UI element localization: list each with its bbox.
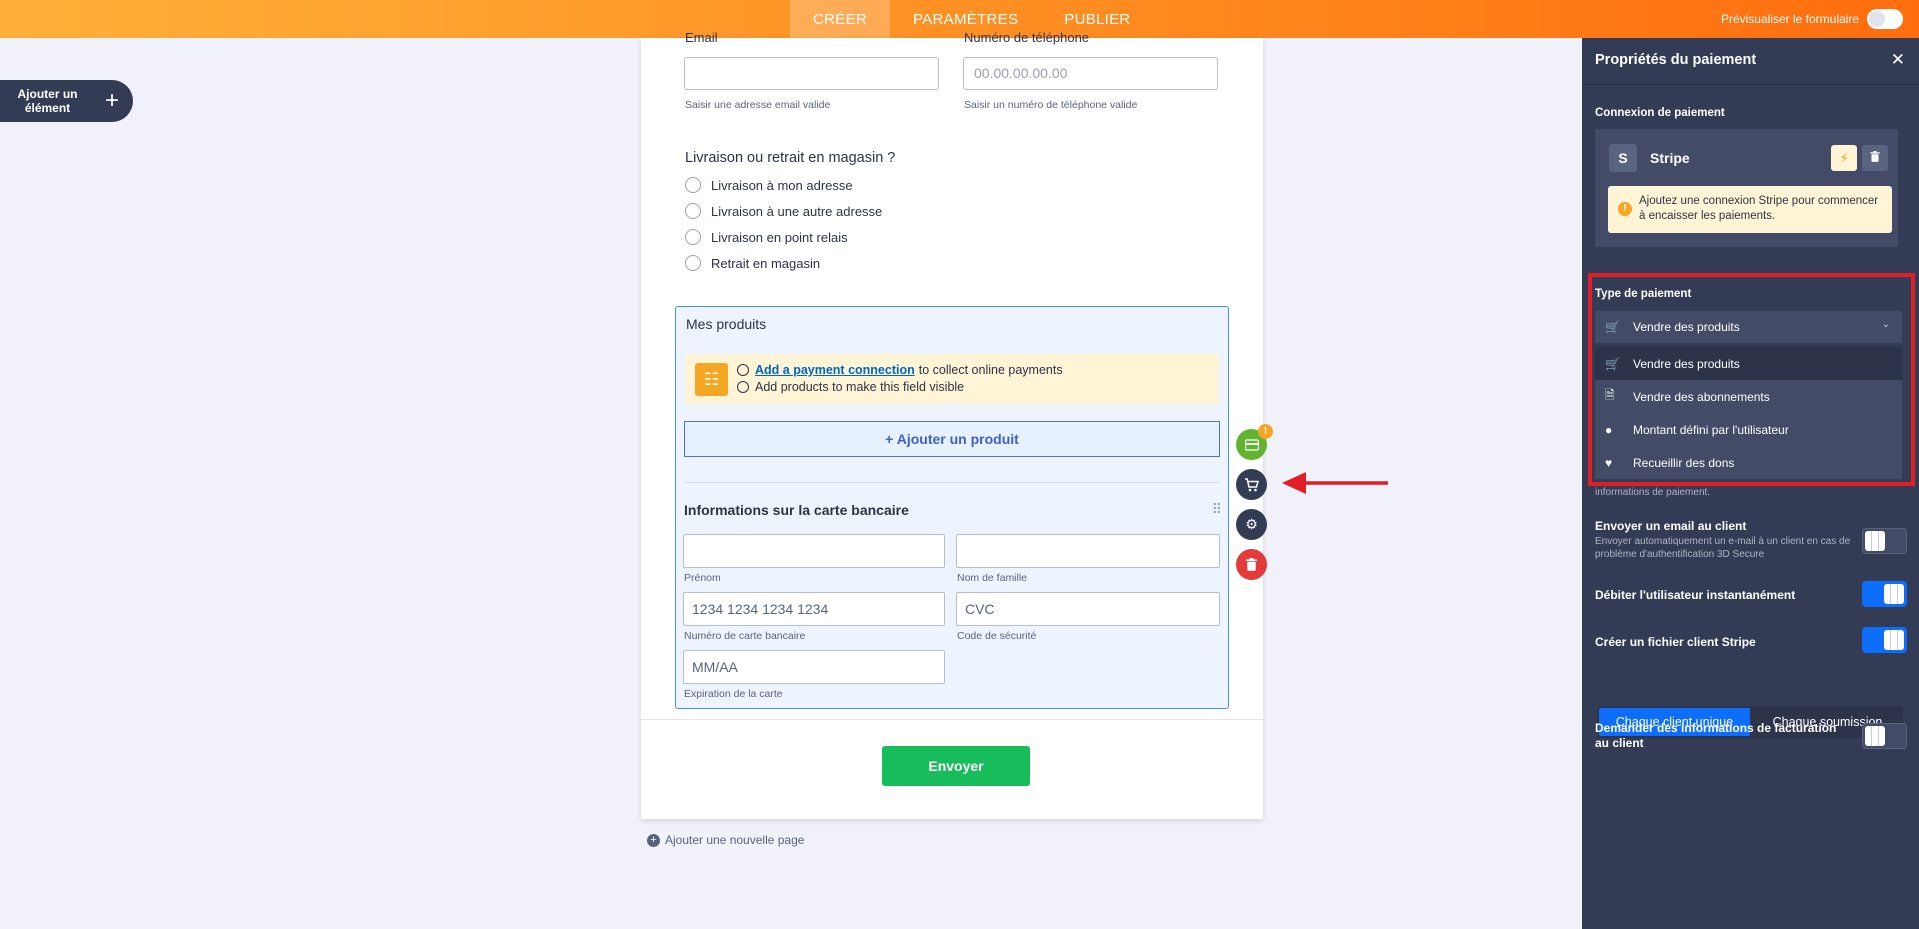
email-field[interactable] <box>684 57 939 90</box>
trash-icon <box>1246 558 1257 571</box>
connection-label: Connexion de paiement <box>1595 107 1725 119</box>
stripe-name: Stripe <box>1650 150 1690 166</box>
form-canvas: Email Saisir une adresse email valide Nu… <box>641 30 1263 819</box>
plug-icon: ⚡ <box>1839 150 1849 166</box>
radio-label: Retrait en magasin <box>711 255 821 271</box>
radio-option[interactable]: Livraison en point relais <box>685 229 848 245</box>
radio-circle[interactable] <box>685 255 701 271</box>
warning-text: Add products to make this field visible <box>755 380 965 394</box>
plus-circle-icon: + <box>647 833 660 847</box>
partially-hidden-text: informations de paiement. <box>1595 487 1711 498</box>
top-bar: CRÉER PARAMÈTRES PUBLIER Prévisualiser l… <box>0 0 1919 38</box>
create-customer-toggle[interactable] <box>1862 627 1907 653</box>
card-number-sublabel: Numéro de carte bancaire <box>684 630 806 642</box>
warning-badge: ! <box>1258 424 1273 439</box>
cvc-field[interactable]: CVC <box>956 592 1220 626</box>
add-payment-connection-link[interactable]: Add a payment connection <box>755 363 915 377</box>
radio-label: Livraison en point relais <box>711 229 848 245</box>
first-name-field[interactable] <box>683 534 945 568</box>
connect-plug-button[interactable]: ⚡ <box>1831 145 1857 171</box>
add-page-label: Ajouter une nouvelle page <box>665 833 805 847</box>
add-element-label: Ajouter un élément <box>17 87 78 115</box>
close-icon[interactable]: ✕ <box>1891 50 1905 70</box>
alert-icon: ! <box>1618 202 1632 216</box>
first-name-sublabel: Prénom <box>684 572 721 584</box>
email-customer-title: Envoyer un email au client <box>1595 519 1747 533</box>
radio-circle[interactable] <box>685 203 701 219</box>
bullet-icon <box>737 381 749 393</box>
preview-toggle-group: Prévisualiser le formulaire <box>1721 9 1903 29</box>
email-customer-toggle[interactable] <box>1862 528 1907 554</box>
divider <box>641 719 1263 720</box>
billing-info-toggle[interactable] <box>1862 723 1907 749</box>
products-title: Mes produits <box>686 316 767 332</box>
divider <box>684 482 1220 483</box>
radio-circle[interactable] <box>685 229 701 245</box>
expiry-sublabel: Expiration de la carte <box>684 688 783 700</box>
email-customer-desc: Envoyer automatiquement un e-mail à un c… <box>1595 536 1851 560</box>
create-customer-title: Créer un fichier client Stripe <box>1595 635 1756 649</box>
email-sublabel: Saisir une adresse email valide <box>685 99 831 111</box>
radio-option[interactable]: Livraison à une autre adresse <box>685 203 882 219</box>
radio-circle[interactable] <box>685 177 701 193</box>
checklist-icon: ☷ <box>695 363 728 396</box>
phone-label: Numéro de téléphone <box>964 30 1090 45</box>
preview-label: Prévisualiser le formulaire <box>1720 12 1859 26</box>
add-page-link[interactable]: + Ajouter une nouvelle page <box>647 833 804 847</box>
stripe-alert-text: Ajoutez une connexion Stripe pour commen… <box>1639 195 1879 222</box>
radio-option[interactable]: Livraison à mon adresse <box>685 177 853 193</box>
email-label: Email <box>685 30 718 45</box>
delete-field-button[interactable] <box>1236 549 1267 580</box>
stripe-connection-card: S Stripe ⚡ ! Ajoutez une connexion Strip… <box>1595 129 1898 247</box>
card-number-field[interactable]: 1234 1234 1234 1234 <box>683 592 945 626</box>
cart-icon <box>1245 477 1259 491</box>
drag-handle-icon[interactable]: ⠿ <box>1212 501 1222 518</box>
submit-button[interactable]: Envoyer <box>882 746 1030 786</box>
add-product-button[interactable]: + Ajouter un produit <box>684 421 1220 457</box>
charge-now-title: Débiter l'utilisateur instantanément <box>1595 588 1796 602</box>
radio-label: Livraison à une autre adresse <box>711 203 883 219</box>
radio-option[interactable]: Retrait en magasin <box>685 255 820 271</box>
phone-sublabel: Saisir un numéro de téléphone valide <box>964 99 1138 111</box>
stripe-alert: ! Ajoutez une connexion Stripe pour comm… <box>1608 186 1892 233</box>
charge-now-toggle[interactable] <box>1862 581 1907 607</box>
field-settings-button[interactable]: ⚙ <box>1236 509 1267 540</box>
products-field[interactable]: Mes produits ☷ Add a payment connection … <box>675 306 1229 709</box>
phone-field[interactable]: 00.00.00.00.00 <box>963 57 1218 90</box>
expiry-field[interactable]: MM/AA <box>683 650 945 684</box>
plus-icon: + <box>105 87 120 114</box>
tab-create[interactable]: CRÉER <box>790 0 891 38</box>
card-info-title: Informations sur la carte bancaire <box>684 502 909 518</box>
credit-card-icon <box>1244 438 1259 451</box>
arrow-annotation-icon <box>1282 472 1388 494</box>
gear-icon: ⚙ <box>1245 516 1258 532</box>
delivery-question: Livraison ou retrait en magasin ? <box>685 150 896 166</box>
payment-warning: ☷ Add a payment connection to collect on… <box>685 354 1219 404</box>
warning-line: Add a payment connection to collect onli… <box>737 363 1063 377</box>
last-name-sublabel: Nom de famille <box>957 572 1028 584</box>
last-name-field[interactable] <box>956 534 1220 568</box>
stripe-logo: S <box>1609 144 1637 172</box>
cvc-sublabel: Code de sécurité <box>957 630 1037 642</box>
add-element-button[interactable]: Ajouter un élément + <box>0 80 133 122</box>
radio-label: Livraison à mon adresse <box>711 177 853 193</box>
delete-connection-button[interactable] <box>1862 145 1888 171</box>
warning-text: to collect online payments <box>918 363 1063 377</box>
billing-info-title: Demander des informations de facturation… <box>1595 721 1837 750</box>
bullet-icon <box>737 364 749 376</box>
payment-properties-button[interactable] <box>1236 469 1267 500</box>
trash-icon <box>1870 151 1880 162</box>
preview-toggle[interactable] <box>1867 9 1903 29</box>
warning-line: Add products to make this field visible <box>737 380 964 394</box>
panel-header: Propriétés du paiement ✕ <box>1582 38 1919 85</box>
panel-title: Propriétés du paiement <box>1595 52 1757 68</box>
highlight-box <box>1588 273 1915 486</box>
